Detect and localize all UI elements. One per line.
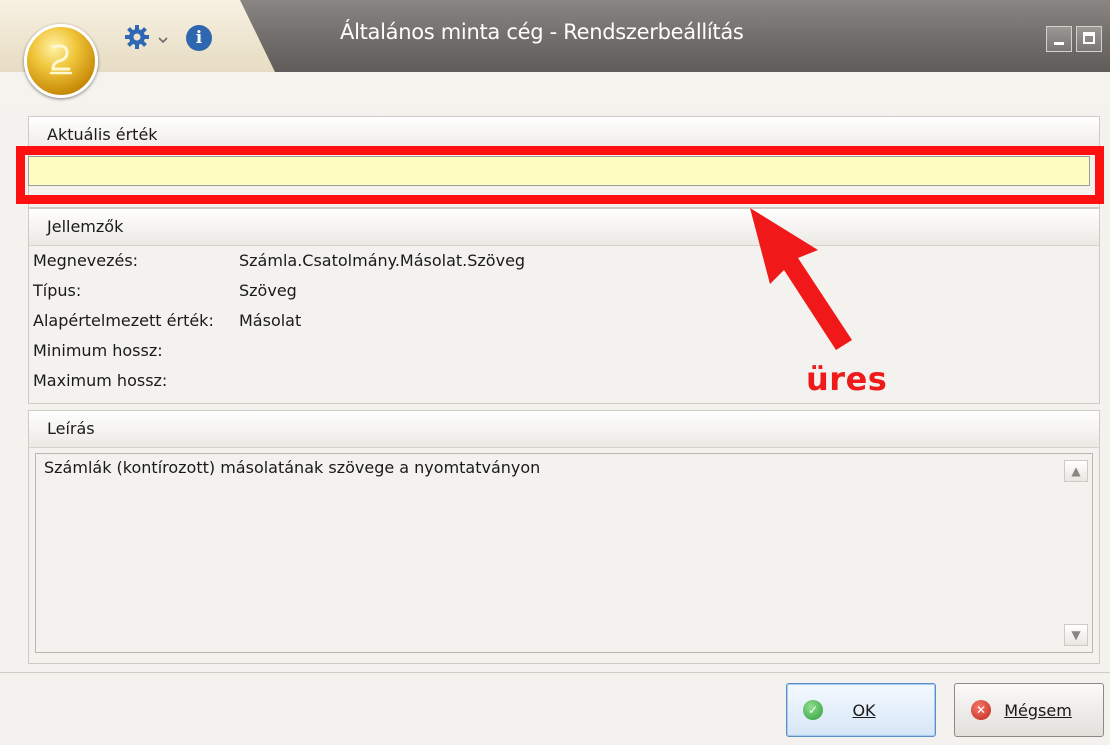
info-icon[interactable]: i	[186, 25, 212, 51]
annotation-highlight-box	[16, 146, 1104, 204]
cancel-button-label: Mégsem	[1004, 700, 1072, 720]
property-label: Típus:	[33, 281, 82, 300]
property-label: Maximum hossz:	[33, 371, 168, 390]
property-row-type: Típus: Szöveg	[33, 281, 525, 311]
gear-icon[interactable]	[124, 24, 150, 50]
cancel-button[interactable]: ✕ Mégsem	[954, 683, 1104, 737]
toolbar-strip	[0, 72, 1110, 106]
chevron-down-icon[interactable]	[157, 30, 169, 44]
annotation-arrow-icon	[750, 208, 852, 350]
property-row-default: Alapértelmezett érték: Másolat	[33, 311, 525, 341]
properties-list: Megnevezés: Számla.Csatolmány.Másolat.Sz…	[33, 251, 525, 401]
property-value: Számla.Csatolmány.Másolat.Szöveg	[239, 251, 526, 270]
ok-button-label: OK	[852, 700, 876, 720]
property-label: Megnevezés:	[33, 251, 139, 270]
window-title: Általános minta cég - Rendszerbeállítás	[340, 20, 744, 44]
app-logo-icon[interactable]	[24, 24, 98, 98]
description-panel: Leírás Számlák (kontírozott) másolatának…	[28, 410, 1100, 664]
property-label: Minimum hossz:	[33, 341, 163, 360]
minimize-button[interactable]	[1046, 26, 1072, 52]
checkmark-icon: ✓	[803, 700, 823, 720]
property-label: Alapértelmezett érték:	[33, 311, 214, 330]
footer-divider	[0, 672, 1110, 673]
description-textarea[interactable]: Számlák (kontírozott) másolatának szöveg…	[35, 453, 1093, 653]
properties-header: Jellemzők	[29, 209, 1099, 246]
property-value: Másolat	[239, 311, 302, 330]
description-text: Számlák (kontírozott) másolatának szöveg…	[44, 458, 541, 477]
annotation-empty-label: üres	[806, 360, 888, 398]
property-row-name: Megnevezés: Számla.Csatolmány.Másolat.Sz…	[33, 251, 525, 281]
title-bar: i Általános minta cég - Rendszerbeállítá…	[0, 0, 1110, 72]
property-row-min-length: Minimum hossz:	[33, 341, 525, 371]
maximize-button[interactable]	[1076, 26, 1102, 52]
scroll-down-button[interactable]: ▼	[1064, 624, 1088, 646]
scroll-up-button[interactable]: ▲	[1064, 460, 1088, 482]
properties-panel: Jellemzők Megnevezés: Számla.Csatolmány.…	[28, 208, 1100, 404]
property-value: Szöveg	[239, 281, 297, 300]
cancel-icon: ✕	[971, 700, 991, 720]
property-row-max-length: Maximum hossz:	[33, 371, 525, 401]
description-header: Leírás	[29, 411, 1099, 448]
ok-button[interactable]: ✓ OK	[786, 683, 936, 737]
